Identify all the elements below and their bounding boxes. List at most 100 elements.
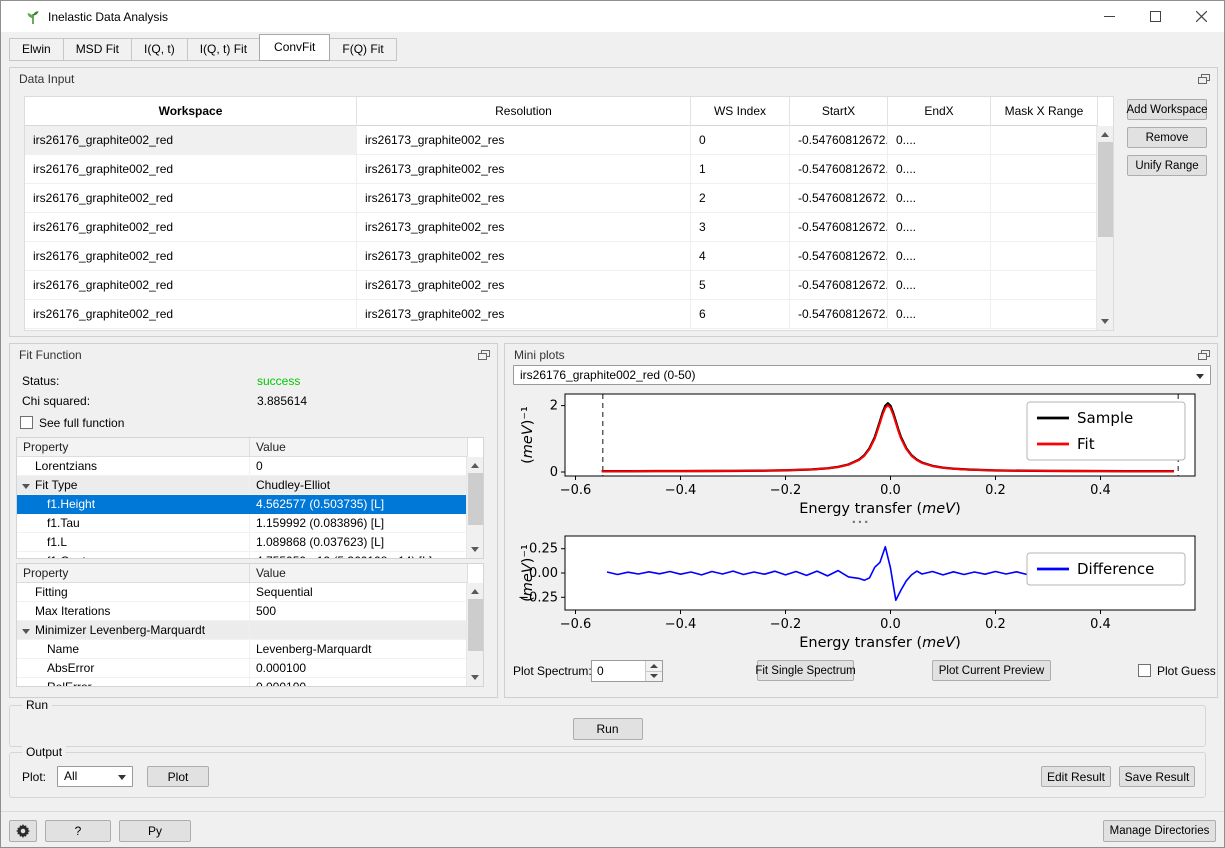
resolution-cell[interactable]: irs26173_graphite002_res bbox=[357, 126, 691, 155]
spin-up-button[interactable] bbox=[646, 661, 662, 671]
column-header-workspace[interactable]: Workspace bbox=[25, 97, 357, 126]
ws-index-cell[interactable]: 6 bbox=[691, 300, 790, 329]
property-value[interactable]: 1.159992 (0.083896) [L] bbox=[250, 514, 468, 533]
undock-button[interactable] bbox=[1196, 72, 1212, 86]
spin-down-button[interactable] bbox=[646, 671, 662, 681]
plot-spectrum-spinbox[interactable] bbox=[591, 660, 663, 682]
column-header-resolution[interactable]: Resolution bbox=[357, 97, 691, 126]
property-table-scrollbar[interactable] bbox=[466, 457, 483, 558]
endx-cell[interactable]: 0.... bbox=[888, 184, 991, 213]
value-column-header[interactable]: Value bbox=[250, 438, 468, 457]
mask-x-range-cell[interactable] bbox=[991, 242, 1098, 271]
startx-cell[interactable]: -0.54760812672... bbox=[790, 184, 888, 213]
property-row-minimizer-name[interactable]: Name Levenberg-Marquardt bbox=[17, 640, 468, 659]
property-value[interactable]: 0 bbox=[250, 457, 468, 476]
python-button[interactable]: Py bbox=[119, 820, 191, 842]
endx-cell[interactable]: 0.... bbox=[888, 155, 991, 184]
scrollbar-thumb[interactable] bbox=[1098, 142, 1113, 237]
undock-button[interactable] bbox=[476, 348, 492, 362]
property-value[interactable]: 0.000100 bbox=[250, 678, 468, 687]
mask-x-range-cell[interactable] bbox=[991, 213, 1098, 242]
workspace-cell[interactable]: irs26176_graphite002_red bbox=[25, 213, 357, 242]
mask-x-range-cell[interactable] bbox=[991, 271, 1098, 300]
endx-cell[interactable]: 0.... bbox=[888, 271, 991, 300]
scrollbar-thumb[interactable] bbox=[468, 473, 483, 525]
tab-convfit[interactable]: ConvFit bbox=[259, 34, 330, 61]
manage-directories-button[interactable]: Manage Directories bbox=[1103, 820, 1216, 842]
property-row-f1-l[interactable]: f1.L 1.089868 (0.037623) [L] bbox=[17, 533, 468, 552]
workspace-cell[interactable]: irs26176_graphite002_red bbox=[25, 155, 357, 184]
column-header-startx[interactable]: StartX bbox=[790, 97, 888, 126]
add-workspace-button[interactable]: Add Workspace bbox=[1127, 99, 1207, 120]
maximize-button[interactable] bbox=[1132, 1, 1178, 32]
plot-type-selector[interactable]: All bbox=[57, 766, 133, 787]
property-table-scrollbar[interactable] bbox=[466, 583, 483, 686]
ws-index-cell[interactable]: 0 bbox=[691, 126, 790, 155]
property-value[interactable]: 4.562577 (0.503735) [L] bbox=[250, 495, 468, 514]
workspace-cell[interactable]: irs26176_graphite002_red bbox=[25, 242, 357, 271]
run-button[interactable]: Run bbox=[573, 718, 643, 740]
endx-cell[interactable]: 0.... bbox=[888, 242, 991, 271]
save-result-button[interactable]: Save Result bbox=[1119, 766, 1195, 787]
property-row-fitting[interactable]: Fitting Sequential bbox=[17, 583, 468, 602]
property-row-f1-centre[interactable]: f1.Centre 4.755050e-12 (5.360198e-14) [L… bbox=[17, 552, 468, 559]
mask-x-range-cell[interactable] bbox=[991, 300, 1098, 329]
spectrum-number-input[interactable] bbox=[592, 661, 640, 681]
property-value[interactable]: Sequential bbox=[250, 583, 468, 602]
property-value[interactable]: Levenberg-Marquardt bbox=[250, 640, 468, 659]
endx-cell[interactable]: 0.... bbox=[888, 300, 991, 329]
endx-cell[interactable]: 0.... bbox=[888, 213, 991, 242]
property-column-header[interactable]: Property bbox=[17, 438, 250, 457]
startx-cell[interactable]: -0.54760812672... bbox=[790, 213, 888, 242]
minimize-button[interactable] bbox=[1086, 1, 1132, 32]
property-row-minimizer[interactable]: Minimizer Levenberg-Marquardt bbox=[17, 621, 468, 640]
tab-fq-fit[interactable]: F(Q) Fit bbox=[329, 38, 396, 61]
startx-cell[interactable]: -0.54760812672... bbox=[790, 271, 888, 300]
plot-guess-checkbox[interactable] bbox=[1138, 664, 1151, 677]
property-value[interactable]: 1.089868 (0.037623) [L] bbox=[250, 533, 468, 552]
startx-cell[interactable]: -0.54760812672... bbox=[790, 300, 888, 329]
mask-x-range-cell[interactable] bbox=[991, 126, 1098, 155]
fit-single-spectrum-button[interactable]: Fit Single Spectrum bbox=[757, 660, 854, 681]
property-row-lorentzians[interactable]: Lorentzians 0 bbox=[17, 457, 468, 476]
property-value[interactable] bbox=[250, 621, 468, 640]
expand-arrow-icon[interactable] bbox=[22, 629, 30, 634]
table-scrollbar[interactable] bbox=[1096, 126, 1113, 330]
workspace-cell[interactable]: irs26176_graphite002_red bbox=[25, 184, 357, 213]
mask-x-range-cell[interactable] bbox=[991, 184, 1098, 213]
plot-button[interactable]: Plot bbox=[147, 766, 209, 787]
value-column-header[interactable]: Value bbox=[250, 564, 468, 583]
column-header-endx[interactable]: EndX bbox=[888, 97, 991, 126]
resolution-cell[interactable]: irs26173_graphite002_res bbox=[357, 242, 691, 271]
property-row-f1-tau[interactable]: f1.Tau 1.159992 (0.083896) [L] bbox=[17, 514, 468, 533]
ws-index-cell[interactable]: 3 bbox=[691, 213, 790, 242]
see-full-function-checkbox[interactable] bbox=[20, 416, 33, 429]
tab-elwin[interactable]: Elwin bbox=[9, 38, 64, 61]
startx-cell[interactable]: -0.54760812672... bbox=[790, 126, 888, 155]
workspace-cell[interactable]: irs26176_graphite002_red bbox=[25, 271, 357, 300]
workspace-cell[interactable]: irs26176_graphite002_red bbox=[25, 300, 357, 329]
column-header-ws-index[interactable]: WS Index bbox=[691, 97, 790, 126]
plot-current-preview-button[interactable]: Plot Current Preview bbox=[932, 660, 1051, 681]
help-button[interactable]: ? bbox=[45, 820, 111, 842]
preview-workspace-selector[interactable]: irs26176_graphite002_red (0-50) bbox=[513, 365, 1211, 385]
expand-arrow-icon[interactable] bbox=[22, 484, 30, 489]
difference-preview-plot[interactable]: −0.6−0.4−0.20.00.20.40.250.00−0.25Energy… bbox=[513, 532, 1211, 654]
tab-iqt[interactable]: I(Q, t) bbox=[131, 38, 188, 61]
property-value[interactable]: 500 bbox=[250, 602, 468, 621]
remove-button[interactable]: Remove bbox=[1127, 127, 1207, 148]
tab-iqt-fit[interactable]: I(Q, t) Fit bbox=[187, 38, 260, 61]
ws-index-cell[interactable]: 1 bbox=[691, 155, 790, 184]
property-row-max-iterations[interactable]: Max Iterations 500 bbox=[17, 602, 468, 621]
tab-msd-fit[interactable]: MSD Fit bbox=[63, 38, 132, 61]
resolution-cell[interactable]: irs26173_graphite002_res bbox=[357, 300, 691, 329]
unify-range-button[interactable]: Unify Range bbox=[1127, 155, 1207, 176]
startx-cell[interactable]: -0.54760812672... bbox=[790, 242, 888, 271]
edit-result-button[interactable]: Edit Result bbox=[1041, 766, 1111, 787]
property-row-f1-height[interactable]: f1.Height 4.562577 (0.503735) [L] bbox=[17, 495, 468, 514]
property-value[interactable]: 0.000100 bbox=[250, 659, 468, 678]
property-column-header[interactable]: Property bbox=[17, 564, 250, 583]
workspace-cell[interactable]: irs26176_graphite002_red bbox=[25, 126, 357, 155]
undock-button[interactable] bbox=[1196, 348, 1212, 362]
resolution-cell[interactable]: irs26173_graphite002_res bbox=[357, 184, 691, 213]
